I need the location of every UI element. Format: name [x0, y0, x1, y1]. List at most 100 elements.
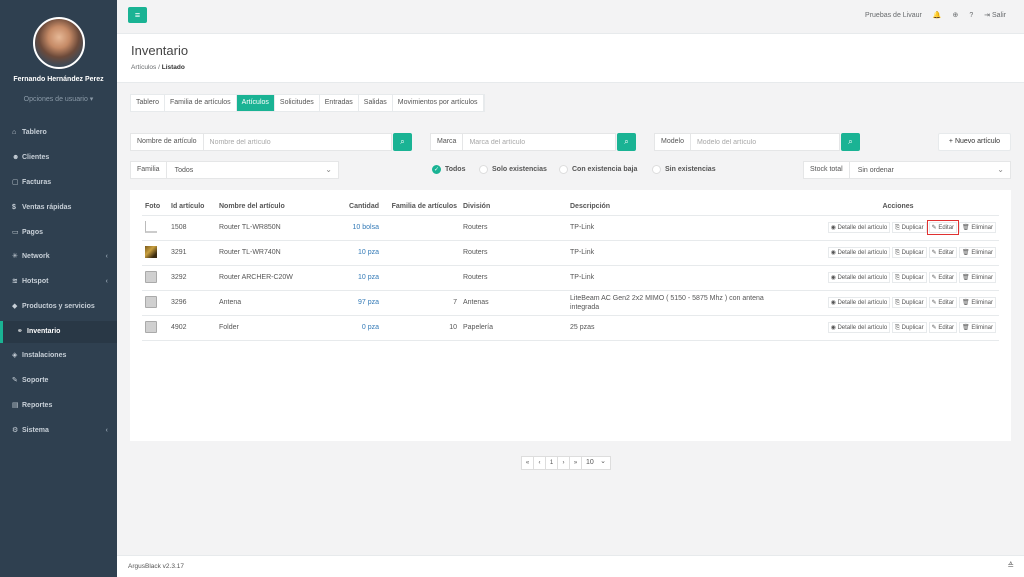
delete-button[interactable]: 🗑 Eliminar	[959, 297, 996, 308]
sidebar-item-clientes[interactable]: ☻ Clientes	[0, 147, 117, 169]
delete-button[interactable]: 🗑 Eliminar	[959, 222, 996, 233]
sidebar-item-facturas[interactable]: ▢ Facturas	[0, 172, 117, 194]
footer-calculator-icon[interactable]: ≙	[1007, 561, 1014, 570]
nav-icon: ✎	[12, 377, 18, 384]
detail-button[interactable]: ◉ Detalle del artículo	[827, 322, 891, 333]
name-filter-input[interactable]: Nombre del artículo	[204, 139, 391, 146]
page-header: Inventario Artículos / Listado	[117, 33, 1024, 83]
column-header-id[interactable]: Id artículo	[168, 199, 216, 216]
delete-button[interactable]: 🗑 Eliminar	[959, 272, 996, 283]
description-cell: TP-Link	[567, 215, 797, 241]
radio-low-stock[interactable]: Con existencia baja	[559, 165, 637, 174]
edit-button[interactable]: ✎ Editar	[928, 322, 958, 333]
quantity-link[interactable]: 10 pza	[326, 265, 382, 291]
item-photo[interactable]	[145, 220, 157, 233]
sidebar-item-sistema[interactable]: ⚙ Sistema ‹	[0, 420, 117, 442]
duplicate-button[interactable]: ⎘ Duplicar	[892, 322, 927, 333]
delete-button[interactable]: 🗑 Eliminar	[959, 247, 996, 258]
family-cell	[382, 240, 460, 266]
grid-icon[interactable]: ⊕	[952, 12, 958, 19]
first-page-button[interactable]: «	[522, 457, 534, 469]
item-photo[interactable]	[145, 320, 157, 333]
stock-sort-value: Sin ordenar	[857, 166, 894, 174]
bell-icon[interactable]: 🔔	[933, 12, 942, 19]
sidebar-item-inventario[interactable]: ⚭ Inventario	[0, 321, 117, 343]
sidebar-item-hotspot[interactable]: ≋ Hotspot ‹	[0, 271, 117, 293]
photo-cell	[142, 315, 168, 341]
brand-filter-input[interactable]: Marca del artículo	[463, 139, 615, 146]
edit-button[interactable]: ✎ Editar	[926, 220, 960, 235]
help-icon[interactable]: ?	[969, 12, 973, 19]
new-item-button[interactable]: + Nuevo artículo	[938, 133, 1011, 151]
stock-sort-select[interactable]: Sin ordenar ⌄	[850, 165, 1010, 174]
name-search-button[interactable]: ⌕	[393, 133, 412, 151]
sidebar-item-pagos[interactable]: ▭ Pagos	[0, 222, 117, 244]
edit-button[interactable]: ✎ Editar	[928, 297, 958, 308]
sidebar-item-instalaciones[interactable]: ◈ Instalaciones	[0, 345, 117, 367]
avatar[interactable]	[33, 17, 85, 69]
radio-all[interactable]: ✓ Todos	[432, 165, 465, 174]
quantity-link[interactable]: 97 pza	[326, 290, 382, 316]
brand-search-button[interactable]: ⌕	[617, 133, 636, 151]
description-text: LiteBeam AC Gen2 2x2 MIMO ( 5150 - 5875 …	[570, 294, 764, 311]
company-name: Pruebas de Livaur	[865, 12, 922, 19]
tab-tablero[interactable]: Tablero	[131, 95, 165, 111]
column-header-description[interactable]: Descripción	[567, 199, 797, 216]
tab-salidas[interactable]: Salidas	[359, 95, 393, 111]
page-title: Inventario	[131, 43, 189, 58]
sidebar-item-reportes[interactable]: ▤ Reportes	[0, 395, 117, 417]
duplicate-button[interactable]: ⎘ Duplicar	[892, 222, 927, 233]
model-filter-input[interactable]: Modelo del artículo	[691, 139, 839, 146]
item-photo[interactable]	[145, 245, 157, 258]
last-page-button[interactable]: »	[570, 457, 582, 469]
tab-familia-de-art-culos[interactable]: Familia de artículos	[165, 95, 237, 111]
chevron-down-icon: ⌄	[325, 164, 332, 174]
radio-stock-only[interactable]: Solo existencias	[479, 165, 547, 174]
radio-label: Solo existencias	[492, 166, 547, 173]
tab-movimientos-por-art-culos[interactable]: Movimientos por artículos	[393, 95, 484, 111]
detail-button[interactable]: ◉ Detalle del artículo	[827, 272, 891, 283]
duplicate-button[interactable]: ⎘ Duplicar	[892, 297, 927, 308]
page-size-select[interactable]: 10 ⌄	[582, 457, 610, 469]
menu-toggle-button[interactable]: ≡	[128, 7, 147, 23]
column-header-name[interactable]: Nombre del artículo	[216, 199, 326, 216]
sidebar-item-tablero[interactable]: ⌂ Tablero	[0, 122, 117, 144]
description-cell: 25 pzas	[567, 315, 797, 341]
detail-button[interactable]: ◉ Detalle del artículo	[827, 247, 891, 258]
logout-link[interactable]: ⇥ Salir	[984, 12, 1006, 19]
quantity-link[interactable]: 10 pza	[326, 240, 382, 266]
duplicate-button[interactable]: ⎘ Duplicar	[892, 247, 927, 258]
edit-button[interactable]: ✎ Editar	[928, 272, 958, 283]
next-page-button[interactable]: ›	[558, 457, 570, 469]
user-options-dropdown[interactable]: Opciones de usuario ▾	[0, 95, 117, 103]
sidebar-item-label: Hotspot	[22, 278, 49, 285]
quantity-link[interactable]: 0 pza	[326, 315, 382, 341]
sidebar-item-ventas-r-pidas[interactable]: $ Ventas rápidas	[0, 197, 117, 219]
page-1-button[interactable]: 1	[546, 457, 558, 469]
sidebar-item-network[interactable]: ✳ Network ‹	[0, 246, 117, 268]
delete-button[interactable]: 🗑 Eliminar	[959, 322, 996, 333]
family-select[interactable]: Todos ⌄	[167, 164, 338, 174]
items-panel: Foto Id artículo Nombre del artículo Can…	[130, 190, 1011, 441]
column-header-division[interactable]: División	[460, 199, 567, 216]
duplicate-button[interactable]: ⎘ Duplicar	[892, 272, 927, 283]
sidebar-item-productos-y-servicios[interactable]: ◆ Productos y servicios	[0, 296, 117, 318]
nav-icon: ◆	[12, 303, 18, 310]
prev-page-button[interactable]: ‹	[534, 457, 546, 469]
detail-button[interactable]: ◉ Detalle del artículo	[827, 297, 891, 308]
breadcrumb-parent[interactable]: Artículos	[131, 64, 156, 71]
item-photo[interactable]	[145, 295, 157, 308]
item-photo[interactable]	[145, 270, 157, 283]
column-header-family[interactable]: Familia de artículos	[382, 199, 460, 216]
pagination: «‹ 1 ›» 10 ⌄	[521, 456, 611, 470]
column-header-quantity[interactable]: Cantidad	[326, 199, 382, 216]
edit-button[interactable]: ✎ Editar	[928, 247, 958, 258]
detail-button[interactable]: ◉ Detalle del artículo	[827, 222, 891, 233]
tab-art-culos[interactable]: Artículos	[236, 95, 275, 111]
quantity-link[interactable]: 10 bolsa	[326, 215, 382, 241]
tab-solicitudes[interactable]: Solicitudes	[275, 95, 320, 111]
tab-entradas[interactable]: Entradas	[320, 95, 359, 111]
sidebar-item-soporte[interactable]: ✎ Soporte	[0, 370, 117, 392]
radio-no-stock[interactable]: Sin existencias	[652, 165, 716, 174]
model-search-button[interactable]: ⌕	[841, 133, 860, 151]
